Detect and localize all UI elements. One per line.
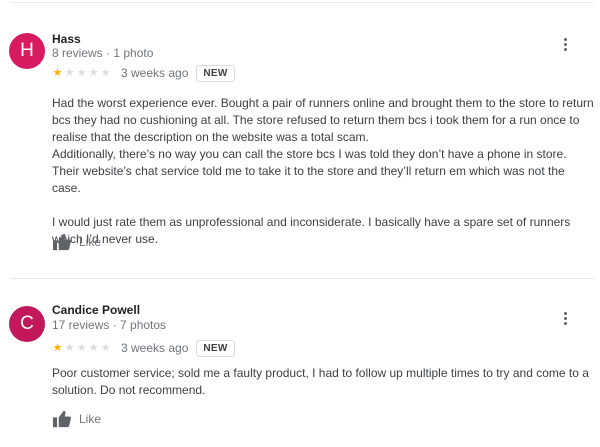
star-empty-icon: ★ (100, 66, 111, 79)
star-rating: ★ ★ ★ ★ ★ (52, 341, 111, 354)
reviewer-name[interactable]: Hass (52, 32, 81, 46)
avatar-letter: H (20, 40, 34, 61)
like-label: Like (79, 235, 102, 249)
reviewer-meta[interactable]: 17 reviews · 7 photos (52, 318, 166, 332)
star-empty-icon: ★ (88, 341, 99, 354)
new-badge: NEW (196, 339, 235, 357)
dot (563, 311, 567, 315)
review-text: Had the worst experience ever. Bought a … (52, 95, 594, 248)
like-label: Like (79, 412, 102, 426)
dot (563, 37, 567, 41)
review-paragraph: Additionally, there’s no way you can cal… (52, 147, 567, 195)
star-filled-icon: ★ (52, 341, 63, 354)
new-badge: NEW (196, 64, 235, 82)
reviewer-avatar[interactable]: C (9, 306, 45, 342)
star-empty-icon: ★ (64, 341, 75, 354)
review-paragraph: I would just rate them as unprofessional… (52, 215, 571, 246)
star-filled-icon: ★ (52, 66, 63, 79)
star-empty-icon: ★ (64, 66, 75, 79)
divider (10, 278, 594, 279)
avatar-letter: C (20, 313, 34, 334)
review-card: H Hass 8 reviews · 1 photo ★ ★ ★ ★ ★ 3 weeks… (0, 0, 600, 278)
review-paragraph: Poor customer service; sold me a faulty … (52, 366, 589, 397)
more-options-icon[interactable] (556, 35, 574, 53)
rating-row: ★ ★ ★ ★ ★ 3 weeks ago NEW (52, 64, 235, 82)
star-empty-icon: ★ (88, 66, 99, 79)
more-options-icon[interactable] (556, 309, 574, 327)
thumbs-up-icon (53, 410, 71, 428)
thumbs-up-icon (53, 233, 71, 251)
reviews-panel: H Hass 8 reviews · 1 photo ★ ★ ★ ★ ★ 3 weeks… (0, 0, 600, 447)
dot (563, 47, 567, 51)
reviewer-meta[interactable]: 8 reviews · 1 photo (52, 46, 153, 60)
review-paragraph: Had the worst experience ever. Bought a … (52, 96, 594, 144)
star-empty-icon: ★ (76, 341, 87, 354)
dot (563, 42, 567, 46)
like-button[interactable]: Like (52, 408, 101, 430)
dot (563, 316, 567, 320)
review-card: C Candice Powell 17 reviews · 7 photos ★… (0, 280, 600, 447)
reviewer-avatar[interactable]: H (9, 33, 45, 69)
review-date: 3 weeks ago (121, 341, 189, 355)
review-text: Poor customer service; sold me a faulty … (52, 365, 594, 399)
rating-row: ★ ★ ★ ★ ★ 3 weeks ago NEW (52, 339, 235, 357)
review-date: 3 weeks ago (121, 66, 189, 80)
dot (563, 321, 567, 325)
reviewer-name[interactable]: Candice Powell (52, 303, 140, 317)
star-empty-icon: ★ (100, 341, 111, 354)
star-rating: ★ ★ ★ ★ ★ (52, 66, 111, 79)
like-button[interactable]: Like (52, 231, 101, 253)
star-empty-icon: ★ (76, 66, 87, 79)
